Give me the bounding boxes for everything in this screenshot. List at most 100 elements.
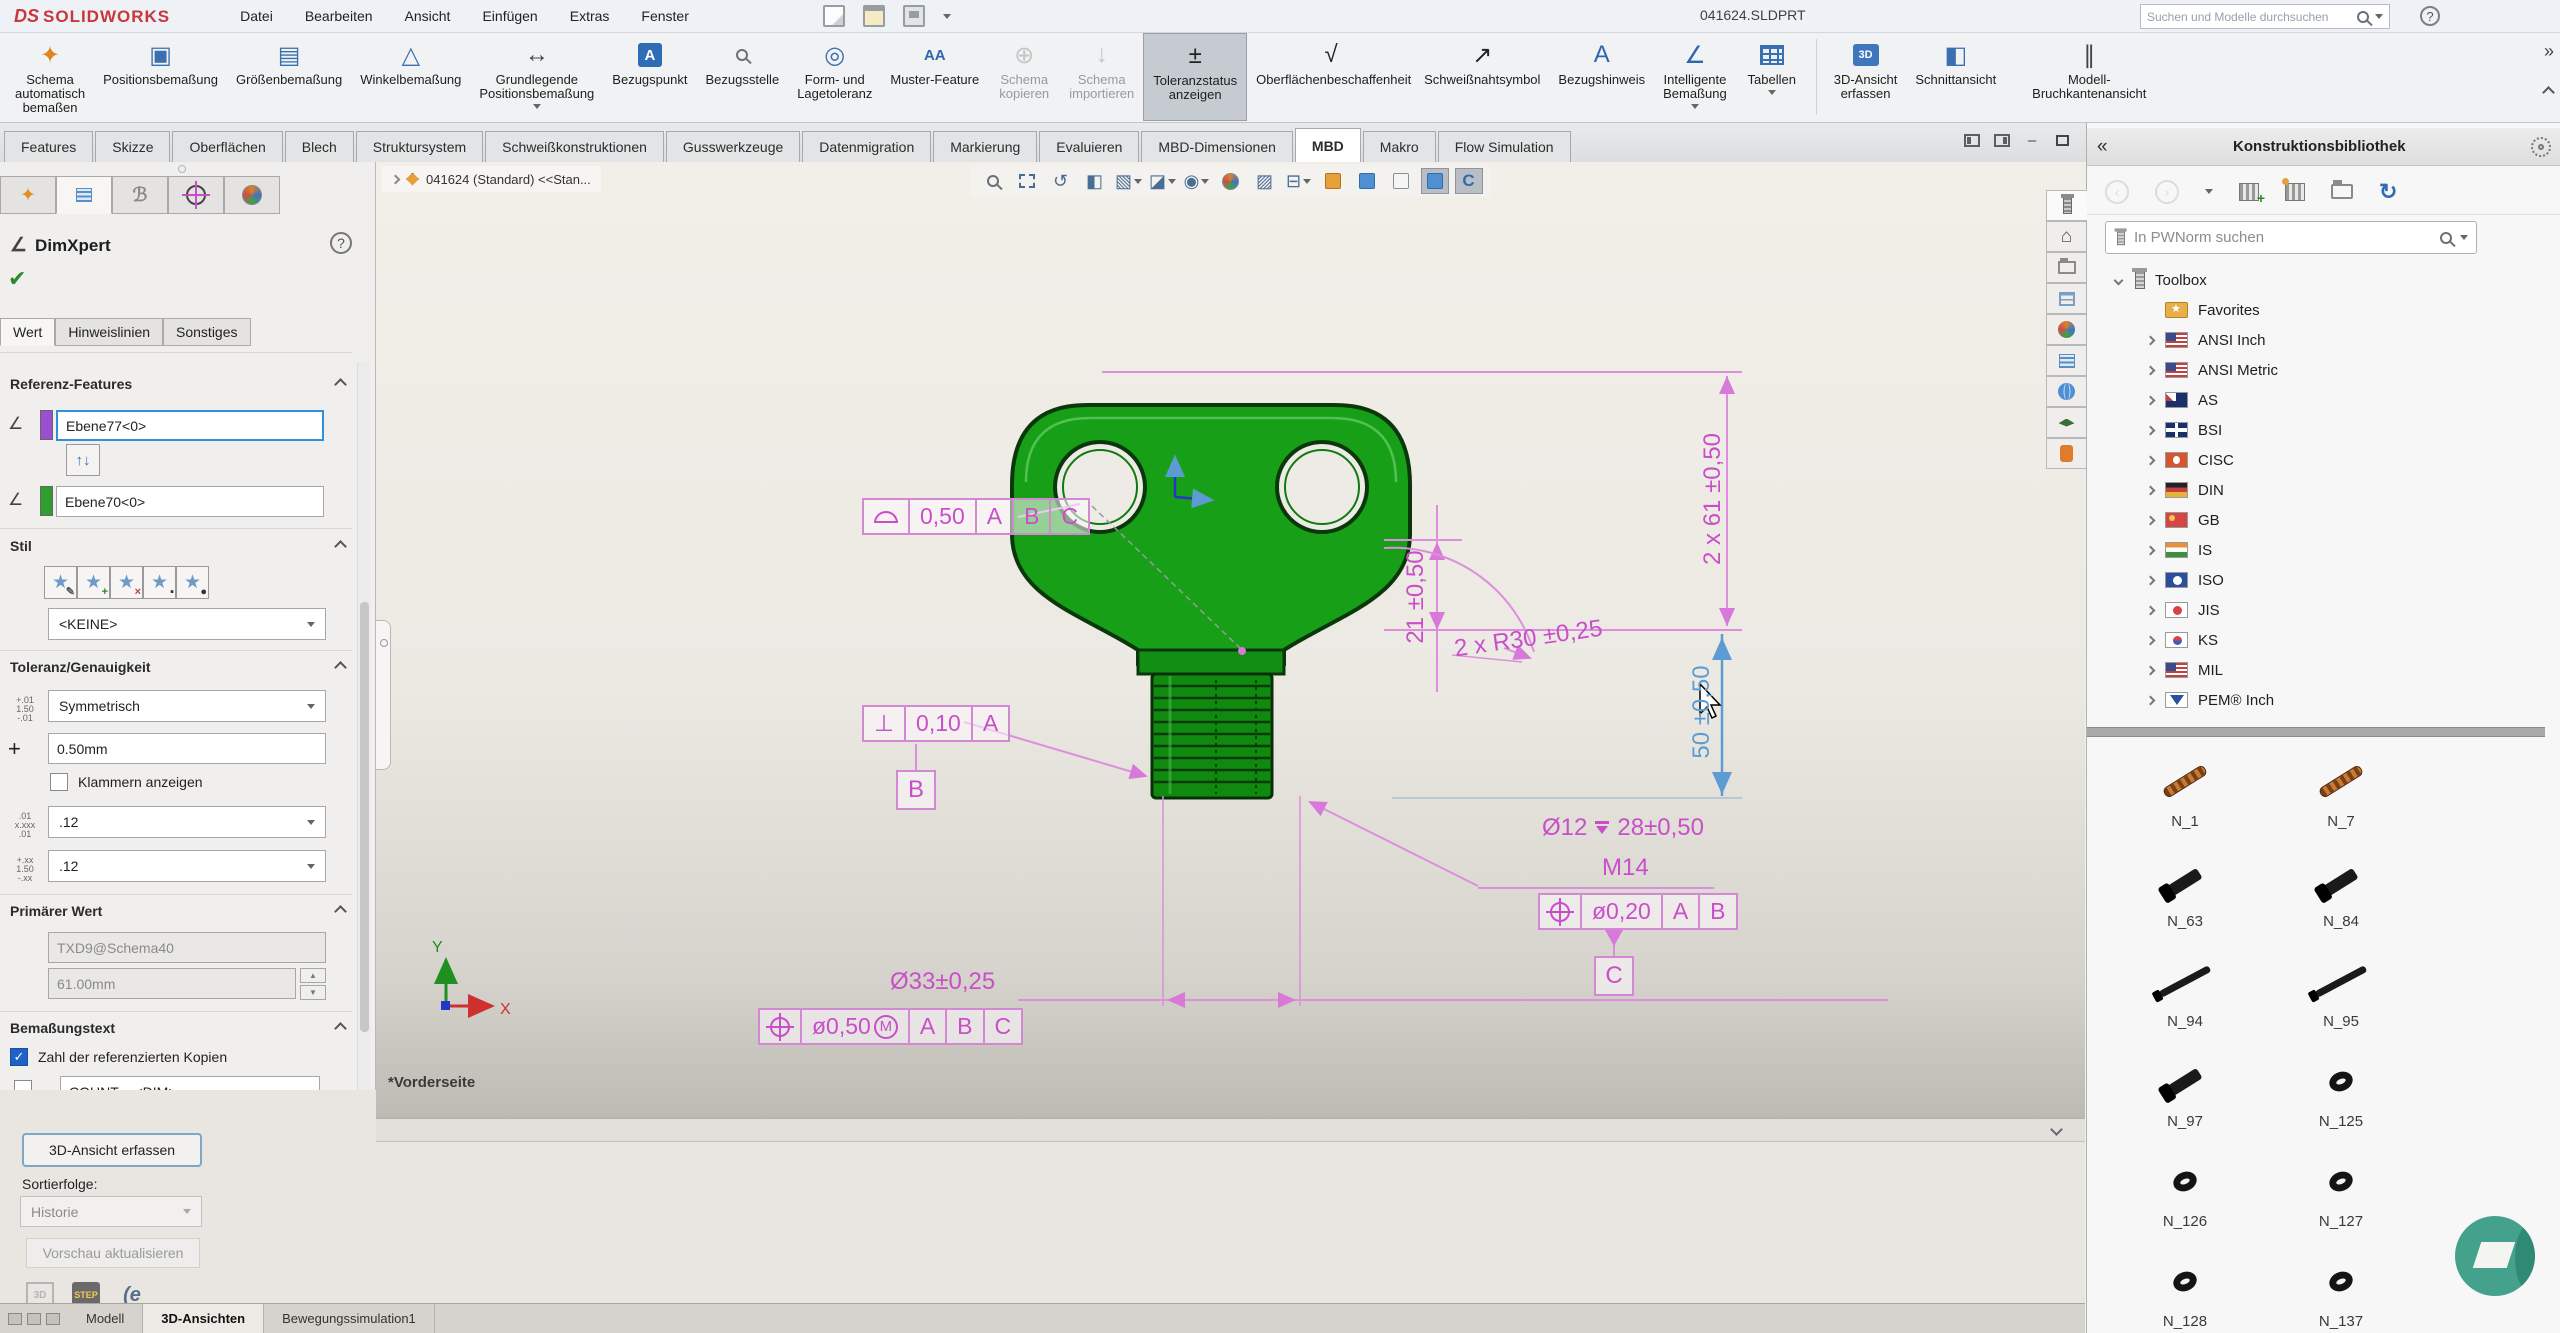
profile-tolerance-frame[interactable]: 0,50 A B C <box>862 498 1090 535</box>
menu-bearbeiten[interactable]: Bearbeiten <box>291 4 387 28</box>
search-dropdown-icon[interactable] <box>2460 235 2468 240</box>
library-item-n-127[interactable]: N_127 <box>2263 1145 2419 1245</box>
library-item-n-94[interactable]: N_94 <box>2107 945 2263 1045</box>
tree-item-ks[interactable]: KS <box>2087 625 2545 655</box>
expander-icon[interactable] <box>2145 425 2155 435</box>
tab-featuremanager[interactable]: ✦ <box>0 176 56 214</box>
library-item-n-128[interactable]: N_128 <box>2107 1245 2263 1333</box>
expander-icon[interactable] <box>2145 335 2155 345</box>
tolerance-type-select[interactable]: Symmetrisch <box>48 690 326 722</box>
ribbon-button-positionsbemaßung[interactable]: ▣Positionsbemaßung <box>94 33 227 121</box>
taskpane-tab-design-library[interactable] <box>2046 190 2087 221</box>
bottom-tab-3d-ansichten[interactable]: 3D-Ansichten <box>143 1304 264 1333</box>
taskpane-tab-marker[interactable] <box>2046 438 2086 469</box>
tree-item-bsi[interactable]: BSI <box>2087 415 2545 445</box>
dimxpert-cube-icon[interactable] <box>1353 168 1381 194</box>
section-view-icon[interactable]: ◧ <box>1081 168 1109 194</box>
ribbon-button-winkelbemaßung[interactable]: △Winkelbemaßung <box>351 33 470 121</box>
capture-3d-view-button[interactable]: 3D-Ansicht erfassen <box>22 1133 202 1167</box>
menu-ansicht[interactable]: Ansicht <box>391 4 465 28</box>
menu-extras[interactable]: Extras <box>556 4 624 28</box>
previous-view-icon[interactable]: ↺ <box>1047 168 1075 194</box>
ok-button[interactable]: ✔ <box>8 266 26 292</box>
tab-markierung[interactable]: Markierung <box>933 131 1037 162</box>
ribbon-button-schnittansicht[interactable]: ◧Schnittansicht <box>1906 33 2005 121</box>
kopien-checkbox[interactable]: ✓ <box>10 1048 28 1066</box>
tab-configurationmanager[interactable]: ℬ <box>112 176 168 214</box>
dropdown-arrow-icon[interactable] <box>1201 179 1209 184</box>
library-item-n-126[interactable]: N_126 <box>2107 1145 2263 1245</box>
tolerance-precision-select[interactable]: .12 <box>48 850 326 882</box>
global-search-input[interactable]: Suchen und Modelle durchsuchen <box>2140 4 2390 29</box>
add-file-location-button[interactable]: + <box>2239 183 2259 201</box>
tree-item-cisc[interactable]: CISC <box>2087 445 2545 475</box>
tab-blech[interactable]: Blech <box>285 131 354 162</box>
scrollbar-thumb[interactable] <box>360 602 369 1032</box>
view-orientation-icon[interactable]: ▧ <box>1115 168 1143 194</box>
tree-item-ansi-inch[interactable]: ANSI Inch <box>2087 325 2545 355</box>
position-tolerance-frame-hole[interactable]: ø0,20 A B <box>1538 893 1738 930</box>
ribbon-button-oberflächenbeschaffenheit[interactable]: √Oberflächenbeschaffenheit <box>1247 33 1415 121</box>
search-icon[interactable] <box>2357 11 2369 23</box>
panel-splitter[interactable] <box>2087 727 2545 737</box>
expander-icon[interactable] <box>2145 365 2155 375</box>
tab-displaymanager[interactable] <box>224 176 280 214</box>
tree-item-pem-inch[interactable]: PEM® Inch <box>2087 685 2545 715</box>
tab-mbd-dimensionen[interactable]: MBD-Dimensionen <box>1141 131 1292 162</box>
unit-precision-select[interactable]: .12 <box>48 806 326 838</box>
display-style-icon[interactable]: ◪ <box>1149 168 1177 194</box>
taskpane-tab-file-explorer[interactable] <box>2046 252 2086 283</box>
dimxpert-tab-wert[interactable]: Wert <box>0 318 55 346</box>
tab-skizze[interactable]: Skizze <box>95 131 170 162</box>
delete-style-button[interactable]: ★× <box>110 566 143 599</box>
library-item-n-84[interactable]: N_84 <box>2263 845 2419 945</box>
split-pane-icon[interactable] <box>8 1313 22 1325</box>
help-icon[interactable]: ? <box>330 232 352 254</box>
tree-item-din[interactable]: DIN <box>2087 475 2545 505</box>
property-manager-scrollbar[interactable] <box>357 362 371 1090</box>
sort-order-select[interactable]: Historie <box>20 1196 202 1227</box>
load-style-button[interactable]: ★● <box>176 566 209 599</box>
viewport-collapse-bar[interactable] <box>376 1118 2085 1142</box>
update-preview-button[interactable]: Vorschau aktualisieren <box>26 1238 200 1268</box>
window-restore-button[interactable] <box>2052 131 2072 149</box>
expander-icon[interactable] <box>2145 455 2155 465</box>
bottom-tab-modell[interactable]: Modell <box>68 1304 143 1333</box>
apply-scene-icon[interactable]: ▨ <box>1251 168 1279 194</box>
library-item-n-95[interactable]: N_95 <box>2263 945 2419 1045</box>
klammern-checkbox[interactable] <box>50 773 68 791</box>
swap-features-button[interactable]: ↑↓ <box>66 444 100 476</box>
ribbon-button-3d-ansicht-erfassen[interactable]: 3D3D-Ansicht erfassen <box>1825 33 1907 121</box>
dynamic-annotation-views-icon[interactable]: C <box>1455 168 1483 194</box>
expander-icon[interactable] <box>2145 395 2155 405</box>
library-search-input[interactable]: In PWNorm suchen <box>2105 221 2477 254</box>
ribbon-button-bezugsstelle[interactable]: Bezugsstelle <box>696 33 788 121</box>
collapse-referenz-icon[interactable] <box>334 378 347 391</box>
collapse-bemassung-icon[interactable] <box>334 1022 347 1035</box>
menu-fenster[interactable]: Fenster <box>627 4 702 28</box>
library-item-n-125[interactable]: N_125 <box>2263 1045 2419 1145</box>
expander-icon[interactable] <box>2145 695 2155 705</box>
save-style-button[interactable]: ★▪ <box>143 566 176 599</box>
datum-c-box[interactable]: C <box>1594 956 1634 996</box>
dropdown-arrow-icon[interactable] <box>1303 179 1311 184</box>
tree-item-toolbox[interactable]: Toolbox <box>2087 265 2545 295</box>
library-item-n-137[interactable]: N_137 <box>2263 1245 2419 1333</box>
spinner-up-icon[interactable]: ▲ <box>300 968 326 983</box>
library-item-n-63[interactable]: N_63 <box>2107 845 2263 945</box>
apply-default-style-button[interactable]: ★✎ <box>44 566 77 599</box>
tab-schweißkonstruktionen[interactable]: Schweißkonstruktionen <box>485 131 664 162</box>
expander-icon[interactable] <box>2113 275 2123 285</box>
document-tab-arrow-icon[interactable] <box>391 174 401 184</box>
dimension-text-input[interactable]: COUNT = <DIM> <box>60 1076 320 1090</box>
new-document-icon[interactable] <box>823 5 845 27</box>
tab-flow-simulation[interactable]: Flow Simulation <box>1438 131 1571 162</box>
dimension-33[interactable]: Ø33±0,25 <box>890 968 995 996</box>
perpendicularity-frame[interactable]: ⊥ 0,10 A <box>862 705 1010 742</box>
ribbon-button-modell-bruchkantenansicht[interactable]: ∥Modell-Bruchkantenansicht <box>2005 33 2173 121</box>
help-icon[interactable]: ? <box>2420 6 2440 26</box>
search-icon[interactable] <box>2440 232 2452 244</box>
ribbon-collapse-icon[interactable] <box>2543 86 2556 99</box>
wireframe-cube-icon[interactable] <box>1387 168 1415 194</box>
expander-icon[interactable] <box>2145 515 2155 525</box>
